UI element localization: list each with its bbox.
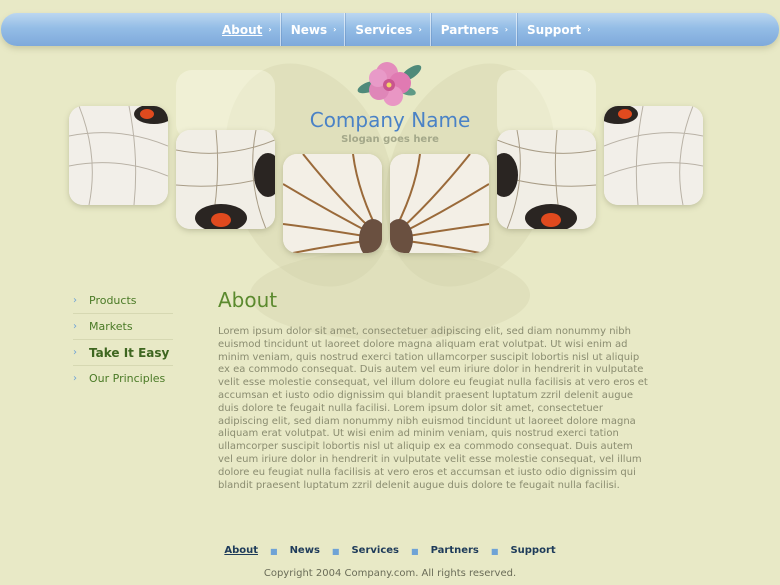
top-nav-label: Services [355,22,413,37]
chevron-right-icon: › [587,25,591,34]
top-nav-partners[interactable]: Partners › [431,13,516,46]
chevron-right-icon: › [73,295,77,306]
butterfly-wing-photo-6 [604,106,703,205]
top-nav-about[interactable]: About › [212,13,280,46]
chevron-right-icon: › [73,373,77,384]
bullet-separator-icon: ■ [270,547,278,556]
body-text: Lorem ipsum dolor sit amet, consectetuer… [218,326,648,491]
chevron-right-icon: › [73,321,77,332]
chevron-right-icon: › [73,347,77,358]
footer-link-news[interactable]: News [290,545,320,559]
company-name: Company Name [309,108,471,132]
butterfly-wing-photo-1 [69,106,168,205]
copyright-text: Copyright 2004 Company.com. All rights r… [263,568,517,579]
butterfly-wing-photo-3 [283,154,382,253]
chevron-right-icon: › [268,25,272,34]
top-nav-services[interactable]: Services › [345,13,429,46]
side-nav-take-it-easy[interactable]: › Take It Easy [73,340,173,366]
footer-link-support[interactable]: Support [510,545,555,559]
footer-link-about[interactable]: About [224,545,258,559]
slogan: Slogan goes here [341,134,439,145]
side-nav-markets[interactable]: › Markets [73,314,173,340]
side-nav-label: Markets [89,320,133,333]
side-nav-products[interactable]: › Products [73,288,173,314]
chevron-right-icon: › [333,25,337,34]
top-nav-label: Support [527,22,582,37]
side-nav-label: Our Principles [89,372,166,385]
side-nav-label: Take It Easy [89,345,170,360]
butterfly-wing-photo-5 [497,130,596,229]
top-nav-news[interactable]: News › [281,13,345,46]
side-nav-our-principles[interactable]: › Our Principles [73,366,173,391]
top-nav-label: News [290,22,328,37]
top-nav-items: About › News › Services › Partners › Sup… [212,13,599,46]
side-navigation: › Products › Markets › Take It Easy › Ou… [73,288,173,391]
side-nav-label: Products [89,294,137,307]
footer-navigation: About ■ News ■ Services ■ Partners ■ Sup… [0,545,780,559]
page-title: About [218,288,278,312]
top-nav-support[interactable]: Support › [517,13,599,46]
footer-link-services[interactable]: Services [351,545,399,559]
bullet-separator-icon: ■ [411,547,419,556]
bullet-separator-icon: ■ [490,547,499,556]
chevron-right-icon: › [504,25,509,34]
butterfly-wing-photo-2 [176,130,275,229]
pink-flower-icon [355,57,425,107]
top-navigation-bar: About › News › Services › Partners › Sup… [1,13,779,46]
top-nav-label: Partners [440,22,499,37]
chevron-right-icon: › [418,25,422,34]
butterfly-wing-photo-4 [390,154,489,253]
bullet-separator-icon: ■ [331,547,340,556]
top-nav-label: About [222,22,263,37]
footer-link-partners[interactable]: Partners [431,545,479,559]
